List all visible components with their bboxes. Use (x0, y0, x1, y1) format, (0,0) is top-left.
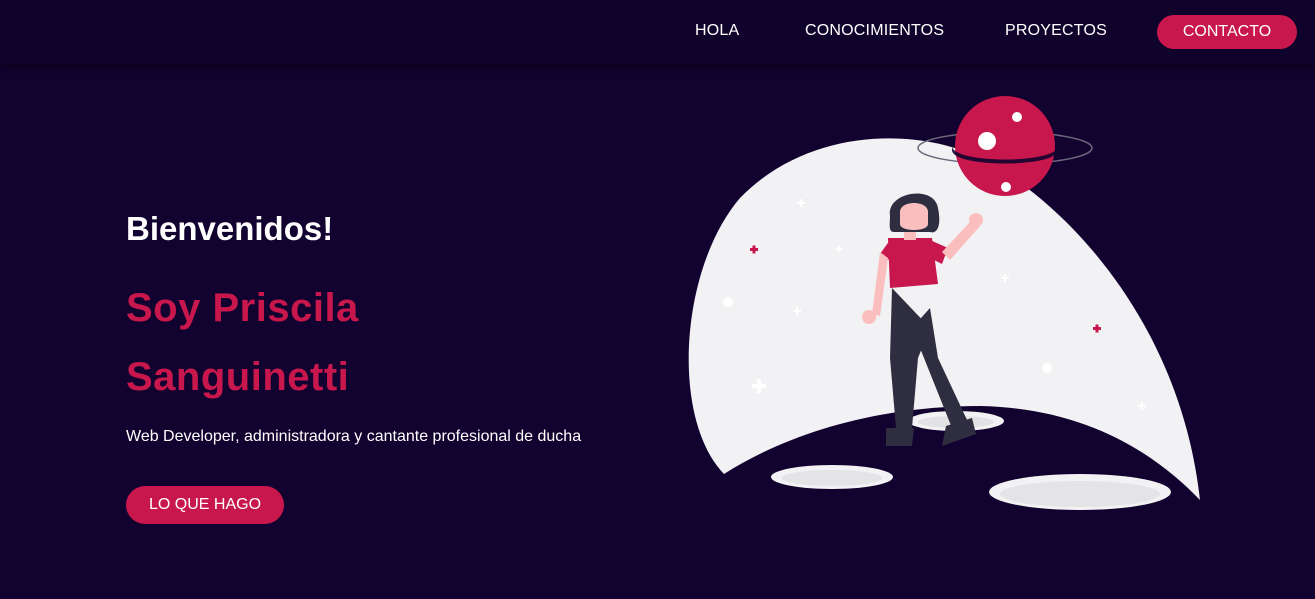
nav-link-proyectos[interactable]: PROYECTOS (1005, 22, 1107, 40)
moon-shape (688, 138, 1200, 501)
top-navbar: HOLA CONOCIMIENTOS PROYECTOS CONTACTO (0, 0, 1315, 64)
crater-right-inner (1000, 481, 1160, 507)
nav-link-hola[interactable]: HOLA (695, 22, 739, 40)
hero-illustration (688, 96, 1200, 510)
contact-button[interactable]: CONTACTO (1157, 15, 1297, 49)
hero-greeting: Bienvenidos! (126, 210, 334, 247)
crater-left-inner (782, 470, 882, 486)
hero-name-second-line: Sanguinetti (126, 355, 350, 399)
lo-que-hago-button[interactable]: LO QUE HAGO (126, 486, 284, 524)
hero-description: Web Developer, administradora y cantante… (126, 428, 582, 445)
hero-name: Soy Priscila Sanguinetti (126, 274, 586, 412)
hero-name-first-line: Soy Priscila (126, 286, 359, 330)
page: HOLA CONOCIMIENTOS PROYECTOS CONTACTO Bi… (0, 0, 1315, 599)
nav-link-conocimientos[interactable]: CONOCIMIENTOS (805, 22, 944, 40)
